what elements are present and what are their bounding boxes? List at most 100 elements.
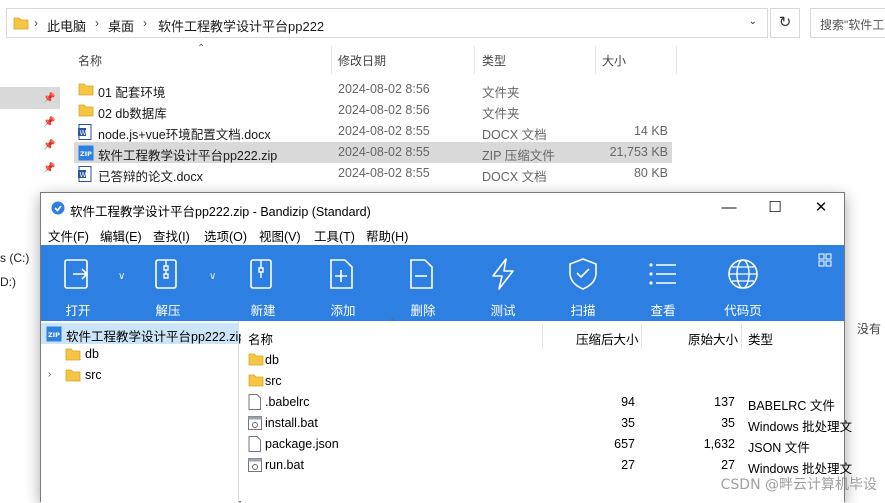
tree-item-archive-root[interactable]: ZIP 软件工程教学设计平台pp222.zip bbox=[41, 323, 245, 345]
column-divider[interactable] bbox=[641, 323, 642, 349]
codepage-globe-icon bbox=[728, 259, 758, 289]
column-divider[interactable] bbox=[676, 46, 677, 74]
column-header-date[interactable]: 修改日期 bbox=[338, 52, 386, 69]
toolbar-add-button[interactable]: 添加 bbox=[308, 245, 378, 321]
archive-row[interactable]: db bbox=[241, 350, 844, 371]
column-header-name[interactable]: 名称 bbox=[78, 52, 102, 69]
file-row[interactable]: W node.js+vue环境配置文档.docx 2024-08-02 8:55… bbox=[74, 121, 672, 142]
toolbar-open-label: 打开 bbox=[65, 304, 91, 318]
column-header-type[interactable]: 类型 bbox=[748, 329, 773, 348]
file-row[interactable]: W 已答辩的论文.docx 2024-08-02 8:55 DOCX 文档 80… bbox=[74, 163, 672, 184]
address-bar[interactable]: › 此电脑 › 桌面 › 软件工程教学设计平台pp222 ⌄ bbox=[6, 8, 768, 38]
breadcrumb-desktop[interactable]: 桌面 bbox=[108, 16, 134, 35]
file-row[interactable]: 02 db数据库 2024-08-02 8:56 文件夹 bbox=[74, 100, 672, 121]
search-input[interactable]: 搜索"软件工 bbox=[810, 8, 885, 38]
chevron-down-icon[interactable]: ∨ bbox=[118, 271, 125, 282]
chevron-right-icon[interactable]: › bbox=[143, 16, 147, 30]
maximize-button[interactable]: ☐ bbox=[752, 193, 798, 223]
archive-row[interactable]: .babelrc 94 137 BABELRC 文件 bbox=[241, 392, 844, 413]
open-icon bbox=[64, 259, 89, 289]
column-divider[interactable] bbox=[331, 46, 332, 74]
archive-item-compressed: 657 bbox=[614, 437, 635, 451]
chevron-right-icon[interactable]: › bbox=[95, 16, 99, 30]
pin-icon: 📌 bbox=[43, 93, 56, 104]
archive-item-name: install.bat bbox=[265, 416, 318, 430]
chevron-down-icon[interactable]: ∨ bbox=[209, 271, 216, 282]
archive-row[interactable]: run.bat 27 27 Windows 批处理文 bbox=[241, 455, 852, 476]
file-size: 14 KB bbox=[633, 124, 668, 138]
column-divider[interactable] bbox=[474, 46, 475, 74]
toolbar-new-button[interactable]: 新建 bbox=[228, 245, 298, 321]
minimize-button[interactable]: — bbox=[706, 193, 752, 223]
add-icon bbox=[330, 259, 353, 289]
menu-bar: 文件(F) 编辑(E) 查找(I) 选项(O) 视图(V) 工具(T) 帮助(H… bbox=[41, 223, 844, 245]
archive-item-name: run.bat bbox=[265, 458, 304, 472]
menu-find[interactable]: 查找(I) bbox=[153, 226, 190, 245]
nav-item-drive-d[interactable]: D:) bbox=[0, 275, 16, 289]
title-bar[interactable]: 软件工程教学设计平台pp222.zip - Bandizip (Standard… bbox=[41, 193, 844, 223]
toolbar-open-button[interactable]: 打开 bbox=[43, 245, 113, 321]
toolbar-scan-button[interactable]: 扫描 bbox=[548, 245, 618, 321]
menu-tools[interactable]: 工具(T) bbox=[314, 226, 355, 245]
toolbar-delete-label: 删除 bbox=[410, 304, 436, 318]
file-type: 文件夹 bbox=[482, 86, 520, 100]
menu-view[interactable]: 视图(V) bbox=[259, 226, 301, 245]
bat-icon bbox=[248, 457, 262, 476]
column-divider[interactable] bbox=[741, 323, 742, 349]
docx-icon: W bbox=[78, 124, 92, 143]
breadcrumb-this-pc[interactable]: 此电脑 bbox=[47, 16, 86, 35]
column-divider[interactable] bbox=[542, 323, 543, 349]
archive-row[interactable]: install.bat 35 35 Windows 批处理文 bbox=[241, 413, 852, 434]
file-date: 2024-08-02 8:55 bbox=[338, 145, 430, 159]
toolbar-delete-button[interactable]: 删除 bbox=[388, 245, 458, 321]
nav-item-drive-c[interactable]: s (C:) bbox=[0, 251, 29, 265]
chevron-down-icon[interactable]: ⌄ bbox=[749, 16, 757, 27]
tree-item-db[interactable]: db bbox=[41, 344, 239, 365]
column-header-compressed-size[interactable]: 压缩后大小 bbox=[576, 329, 639, 348]
archive-row[interactable]: src bbox=[241, 371, 844, 392]
menu-file[interactable]: 文件(F) bbox=[48, 226, 89, 245]
folder-icon bbox=[13, 16, 29, 33]
file-name: 软件工程教学设计平台pp222.zip bbox=[98, 149, 278, 163]
archive-item-name: db bbox=[265, 353, 279, 367]
refresh-button[interactable]: ↻ bbox=[770, 8, 800, 38]
zip-icon: ZIP bbox=[78, 145, 94, 164]
column-header-original-size[interactable]: 原始大小 bbox=[688, 329, 738, 348]
menu-options[interactable]: 选项(O) bbox=[204, 226, 247, 245]
column-divider[interactable] bbox=[595, 46, 596, 74]
toolbar-test-button[interactable]: 测试 bbox=[468, 245, 538, 321]
archive-item-compressed: 27 bbox=[621, 458, 635, 472]
extract-icon bbox=[155, 259, 177, 289]
close-button[interactable]: ✕ bbox=[798, 193, 844, 223]
scan-shield-icon bbox=[569, 258, 597, 290]
archive-row[interactable]: package.json 657 1,632 JSON 文件 bbox=[241, 434, 844, 455]
file-row-selected[interactable]: ZIP 软件工程教学设计平台pp222.zip 2024-08-02 8:55 … bbox=[74, 142, 672, 163]
menu-help[interactable]: 帮助(H) bbox=[366, 226, 408, 245]
column-header-size[interactable]: 大小 bbox=[602, 52, 626, 69]
bandizip-app-icon bbox=[51, 201, 65, 218]
menu-edit[interactable]: 编辑(E) bbox=[100, 226, 142, 245]
chevron-right-icon[interactable]: › bbox=[48, 369, 51, 380]
file-row[interactable]: 01 配套环境 2024-08-02 8:56 文件夹 bbox=[74, 79, 672, 100]
archive-item-type: Windows 批处理文 bbox=[748, 420, 853, 434]
file-name: 02 db数据库 bbox=[98, 107, 167, 121]
tree-item-src[interactable]: › src bbox=[41, 365, 239, 386]
file-date: 2024-08-02 8:55 bbox=[338, 166, 430, 180]
folder-icon bbox=[248, 373, 264, 390]
file-icon bbox=[248, 394, 261, 413]
layout-grid-icon[interactable] bbox=[818, 253, 832, 270]
archive-item-type: JSON 文件 bbox=[748, 441, 810, 455]
file-icon bbox=[248, 436, 261, 455]
toolbar-extract-button[interactable]: 解压 bbox=[133, 245, 203, 321]
watermark-text: CSDN @畔云计算机毕设 bbox=[720, 477, 877, 493]
zip-icon: ZIP bbox=[46, 326, 62, 345]
list-header: ⌃ 名称 压缩后大小 原始大小 类型 bbox=[241, 318, 844, 351]
archive-item-name: .babelrc bbox=[265, 395, 310, 409]
toolbar-view-button[interactable]: 查看 bbox=[628, 245, 698, 321]
toolbar-codepage-button[interactable]: 代码页 bbox=[708, 245, 778, 321]
breadcrumb-current-folder[interactable]: 软件工程教学设计平台pp222 bbox=[158, 16, 324, 35]
tree-item-label: src bbox=[85, 368, 102, 382]
column-header-type[interactable]: 类型 bbox=[482, 52, 506, 69]
column-header-name[interactable]: 名称 bbox=[248, 329, 273, 348]
file-type: ZIP 压缩文件 bbox=[482, 149, 555, 163]
